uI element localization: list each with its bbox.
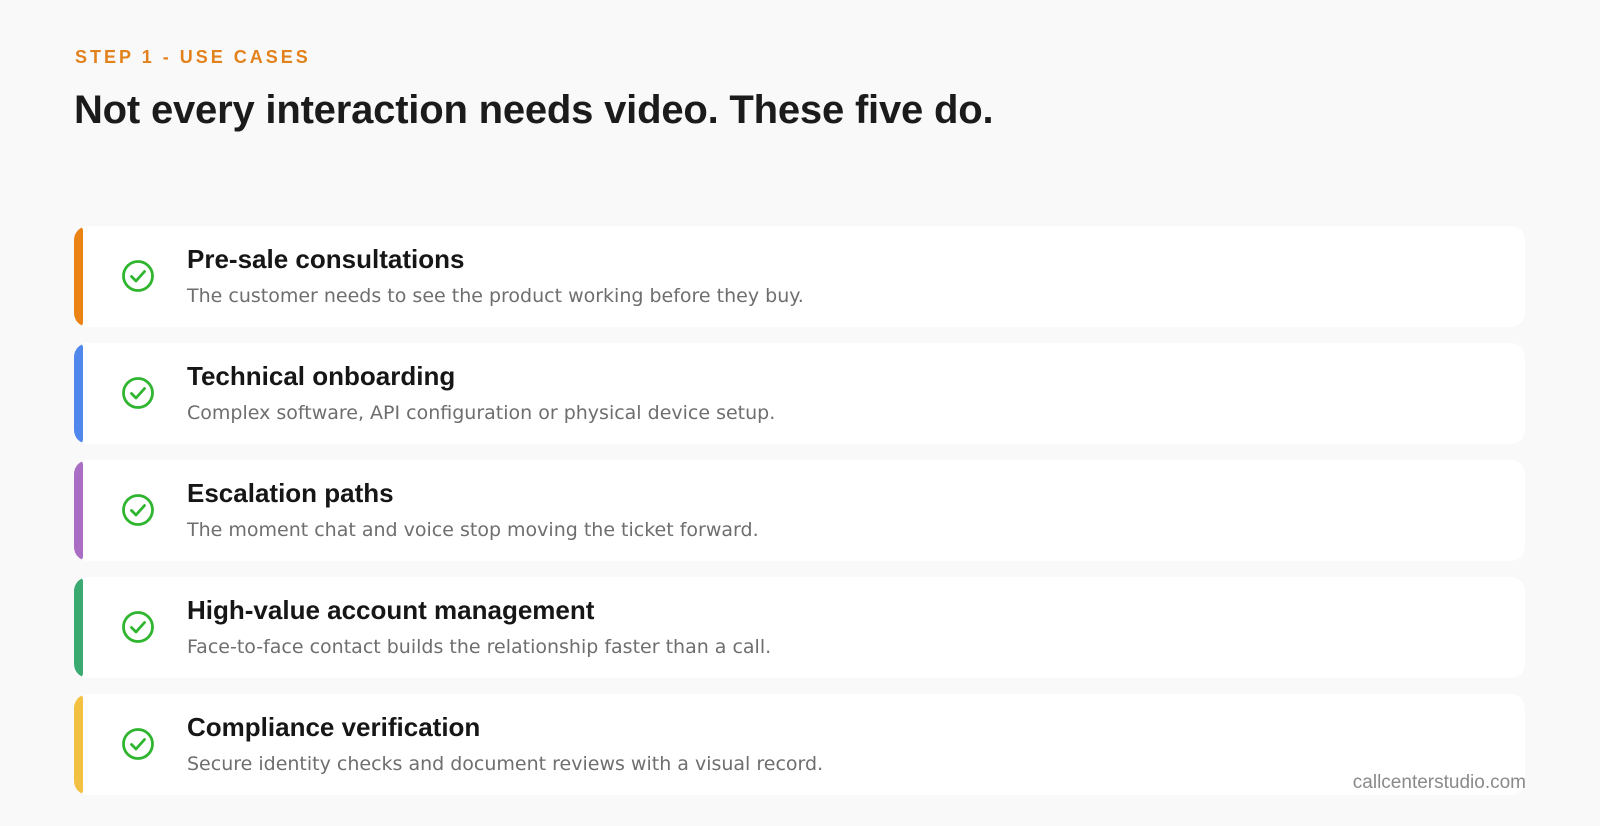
accent-bar (74, 577, 83, 678)
use-case-card: Technical onboarding Complex software, A… (74, 343, 1525, 444)
use-case-card: High-value account management Face-to-fa… (74, 577, 1525, 678)
check-circle-icon (122, 377, 154, 409)
use-case-card: Pre-sale consultations The customer need… (74, 226, 1525, 327)
use-case-title: High-value account management (187, 595, 595, 625)
step-eyebrow: STEP 1 - USE CASES (75, 47, 311, 67)
accent-bar (74, 343, 83, 444)
check-circle-icon (122, 494, 154, 526)
use-case-description: Complex software, API configuration or p… (187, 402, 776, 424)
accent-bar (74, 226, 83, 327)
use-case-description: Face-to-face contact builds the relation… (187, 636, 772, 658)
use-case-card: Compliance verification Secure identity … (74, 694, 1525, 795)
use-case-title: Technical onboarding (187, 361, 456, 391)
use-case-description: The moment chat and voice stop moving th… (187, 519, 759, 541)
use-case-title: Compliance verification (187, 712, 481, 742)
use-case-list: Pre-sale consultations The customer need… (74, 226, 1525, 795)
footer-brand[interactable]: callcenterstudio.com (1353, 772, 1526, 794)
page-title: Not every interaction needs video. These… (74, 88, 994, 132)
use-case-description: The customer needs to see the product wo… (187, 285, 804, 307)
use-case-description: Secure identity checks and document revi… (187, 753, 824, 775)
accent-bar (74, 694, 83, 795)
check-circle-icon (122, 260, 154, 292)
use-case-title: Escalation paths (187, 478, 394, 508)
use-case-title: Pre-sale consultations (187, 244, 465, 274)
use-case-card: Escalation paths The moment chat and voi… (74, 460, 1525, 561)
check-circle-icon (122, 611, 154, 643)
accent-bar (74, 460, 83, 561)
check-circle-icon (122, 728, 154, 760)
